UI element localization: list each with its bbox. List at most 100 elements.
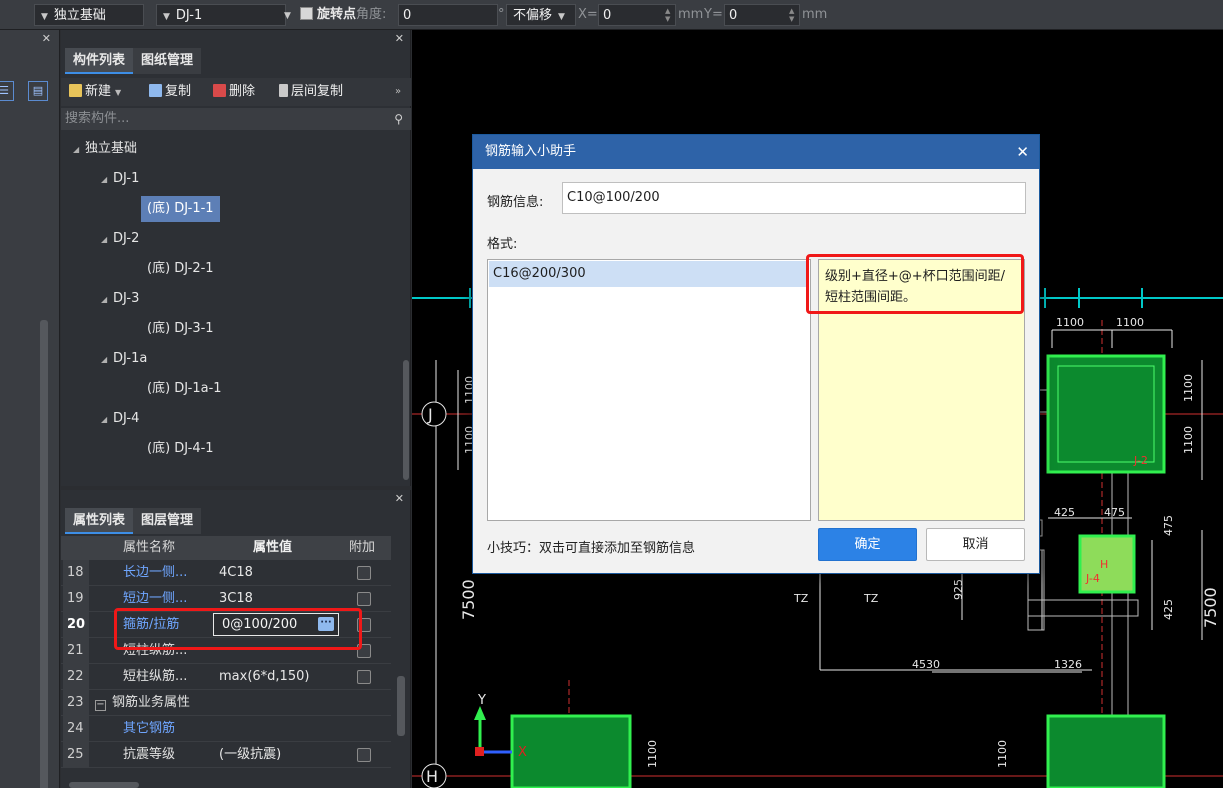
tab-component-list[interactable]: 构件列表 — [65, 48, 134, 74]
close-icon[interactable]: ✕ — [395, 32, 404, 45]
table-row[interactable]: 24 其它钢筋 — [61, 716, 391, 742]
tag-text: J-2 — [1133, 454, 1148, 467]
tag-text: TZ — [863, 592, 879, 605]
close-icon[interactable]: ✕ — [42, 32, 51, 45]
table-row[interactable]: 18 长边一侧... 4C18 — [61, 560, 391, 586]
cancel-button[interactable]: 取消 — [926, 528, 1025, 561]
coord-x-label: X — [518, 745, 527, 760]
tree-group-item[interactable]: ◢ DJ-2 — [101, 226, 139, 252]
tree-leaf-item[interactable]: (底) DJ-1a-1 — [147, 376, 222, 402]
coord-y-label: Y — [477, 693, 486, 708]
dimension-text: 475 — [1162, 515, 1175, 536]
scrollbar[interactable] — [397, 676, 405, 736]
component-tabs: 构件列表 图纸管理 — [65, 48, 202, 74]
dimension-text: 1100 — [1116, 316, 1144, 329]
floor-copy-icon — [279, 84, 288, 97]
delete-icon — [213, 84, 226, 97]
tag-text: H — [1100, 558, 1108, 571]
component-list-panel: ✕ 构件列表 图纸管理 新建 ▼ 复制 删除 层间复制 » 搜索构件... ⚲ ◢ 独… — [61, 30, 411, 486]
card-view-icon[interactable]: ▤ — [28, 81, 48, 101]
search-icon[interactable]: ⚲ — [394, 108, 403, 130]
expand-icon[interactable]: ◢ — [73, 137, 85, 163]
spinner-icon[interactable]: ▲ ▼ — [789, 7, 797, 23]
copy-button[interactable]: 复制 — [149, 78, 191, 106]
new-button[interactable]: 新建 ▼ — [69, 78, 121, 107]
dimension-text: 425 — [1054, 506, 1075, 519]
list-view-icon[interactable]: ☰ — [0, 81, 14, 101]
tab-property-list[interactable]: 属性列表 — [65, 508, 134, 534]
expand-icon[interactable]: ◢ — [101, 227, 113, 253]
dimension-text: 7500 — [459, 579, 478, 620]
dimension-text: 1100 — [1056, 316, 1084, 329]
x-label: X= — [578, 7, 598, 22]
expand-icon[interactable]: ◢ — [101, 407, 113, 433]
x-offset-input[interactable]: 0 ▲ ▼ — [598, 4, 676, 26]
tab-layer-management[interactable]: 图层管理 — [133, 508, 202, 534]
tree-leaf-item[interactable]: (底) DJ-3-1 — [147, 316, 214, 342]
rotate-point-checkbox[interactable]: 旋转点角度: — [300, 4, 386, 26]
dimension-text: 4530 — [912, 658, 940, 671]
close-icon[interactable]: ✕ — [395, 492, 404, 505]
tree-leaf-item[interactable]: (底) DJ-4-1 — [147, 436, 214, 462]
dimension-text: 925 — [952, 579, 965, 600]
highlight-box — [114, 608, 362, 650]
dimension-text: 1326 — [1054, 658, 1082, 671]
checkbox[interactable] — [357, 592, 371, 606]
floor-copy-button[interactable]: 层间复制 — [279, 78, 343, 106]
rebar-info-input[interactable]: C10@100/200 — [562, 182, 1026, 214]
component-search-input[interactable]: 搜索构件... ⚲ — [61, 108, 411, 130]
tip-text: 小技巧：双击可直接添加至钢筋信息 — [487, 541, 696, 556]
table-row[interactable]: 22 短柱纵筋... max(6*d,150) — [61, 664, 391, 690]
tree-group-item[interactable]: ◢ DJ-4 — [101, 406, 139, 432]
expand-icon[interactable]: ◢ — [101, 167, 113, 193]
delete-button[interactable]: 删除 — [213, 78, 255, 106]
checkbox[interactable] — [357, 748, 371, 762]
component-type-combo[interactable]: ▼ 独立基础 — [34, 4, 144, 26]
format-label: 格式: — [487, 237, 518, 252]
y-offset-input[interactable]: 0 ▲ ▼ — [724, 4, 800, 26]
expand-icon[interactable]: ◢ — [101, 287, 113, 313]
tree-root[interactable]: ◢ 独立基础 — [73, 136, 137, 162]
y-label: Y= — [704, 7, 723, 22]
scrollbar[interactable] — [403, 360, 409, 480]
dropdown-arrow-icon: ▼ — [41, 12, 48, 22]
property-tabs: 属性列表 图层管理 — [65, 508, 202, 534]
format-list-item[interactable]: C16@200/300 — [489, 261, 809, 287]
component-toolbar: 新建 ▼ 复制 删除 层间复制 » — [61, 78, 411, 106]
tree-leaf-item[interactable]: (底) DJ-2-1 — [147, 256, 214, 282]
new-file-icon — [69, 84, 82, 97]
tree-group-item[interactable]: ◢ DJ-1 — [101, 166, 139, 192]
tab-drawing-management[interactable]: 图纸管理 — [133, 48, 202, 74]
axis-label: H — [426, 767, 438, 786]
dropdown-arrow-icon: ▼ — [558, 12, 565, 22]
tree-group-item[interactable]: ◢ DJ-3 — [101, 286, 139, 312]
checkbox[interactable] — [357, 566, 371, 580]
angle-input[interactable]: 0 — [398, 4, 498, 26]
offset-combo[interactable]: 不偏移 ▼ — [506, 4, 576, 26]
checkbox-icon[interactable] — [300, 7, 313, 20]
dropdown-arrow-icon: ▼ — [284, 11, 291, 21]
scrollbar[interactable] — [40, 320, 48, 788]
collapse-icon[interactable]: − — [95, 700, 106, 711]
spinner-icon[interactable]: ▲ ▼ — [665, 7, 673, 23]
y-unit: mm — [802, 7, 828, 22]
combo-arrow[interactable]: ▼ — [284, 4, 296, 26]
close-icon[interactable]: ✕ — [1016, 135, 1029, 169]
more-icon[interactable]: » — [395, 78, 401, 106]
column-header-value: 属性值 — [253, 540, 293, 555]
horizontal-scrollbar[interactable] — [69, 782, 139, 788]
dropdown-arrow-icon: ▼ — [163, 12, 170, 22]
component-name-combo[interactable]: ▼ DJ-1 — [156, 4, 286, 26]
column-header-name: 属性名称 — [123, 540, 176, 555]
expand-icon[interactable]: ◢ — [101, 347, 113, 373]
ok-button[interactable]: 确定 — [818, 528, 917, 561]
dimension-text: 425 — [1162, 599, 1175, 620]
tag-text: J-4 — [1085, 572, 1100, 585]
tree-leaf-item[interactable]: (底) DJ-1-1 — [141, 196, 220, 222]
table-row-group[interactable]: 23 − 钢筋业务属性 — [61, 690, 391, 716]
tree-group-item[interactable]: ◢ DJ-1a — [101, 346, 147, 372]
checkbox[interactable] — [357, 670, 371, 684]
format-list[interactable]: C16@200/300 — [487, 259, 811, 521]
dialog-title-bar[interactable]: 钢筋输入小助手 ✕ — [473, 135, 1039, 169]
table-row[interactable]: 25 抗震等级 (一级抗震) — [61, 742, 391, 768]
